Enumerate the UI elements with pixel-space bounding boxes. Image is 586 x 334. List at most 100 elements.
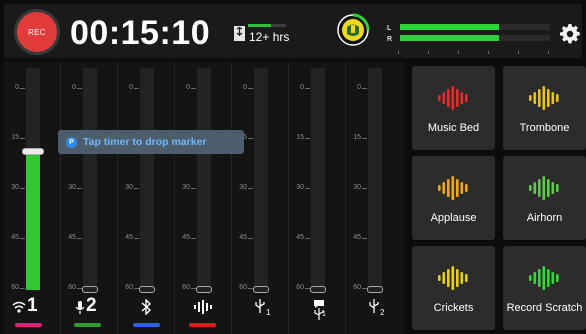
pad-label: Applause bbox=[430, 212, 477, 224]
waveform-bar bbox=[529, 95, 532, 101]
channel-2: 2 015304560 bbox=[61, 62, 118, 334]
mixer-panel: 1 0 15 30 45 60 2 0 15 30 45 60 0 15 30 45 60 0 15 30 4… bbox=[4, 62, 404, 334]
bluetooth-icon bbox=[140, 298, 152, 316]
scale-label: 45 bbox=[182, 234, 190, 241]
podcast-logo-icon[interactable] bbox=[336, 13, 370, 47]
scale-label: 30 bbox=[125, 184, 133, 191]
meter-scale bbox=[398, 51, 549, 54]
scale-tick bbox=[305, 88, 310, 89]
meter-left bbox=[400, 24, 550, 30]
scale-label: 0 bbox=[15, 84, 19, 91]
waveform-bar bbox=[551, 272, 555, 284]
scale-label: 45 bbox=[239, 234, 247, 241]
fader-knob[interactable] bbox=[82, 286, 98, 293]
scale-label: 0 bbox=[186, 84, 190, 91]
gear-icon[interactable] bbox=[560, 24, 580, 44]
waveform-bar bbox=[447, 179, 450, 197]
channel-sub-number: 1 bbox=[266, 308, 271, 317]
channel-1: 1 0 15 30 45 60 bbox=[4, 62, 61, 334]
waveform-bar bbox=[542, 176, 546, 200]
scale-tick bbox=[20, 288, 25, 289]
waveform-bar bbox=[442, 182, 446, 194]
top-bar: REC 00:15:10 12+ hrs L R bbox=[4, 4, 582, 58]
scale-tick bbox=[362, 238, 367, 239]
waveform-bar bbox=[547, 179, 550, 197]
waveform-bar bbox=[556, 94, 559, 102]
fader-knob[interactable] bbox=[22, 148, 44, 156]
scale-label: 15 bbox=[296, 134, 304, 141]
pad-crickets[interactable]: Crickets bbox=[412, 246, 495, 330]
scale-label: 45 bbox=[11, 234, 19, 241]
scale-tick bbox=[305, 138, 310, 139]
channel-color-bar bbox=[15, 323, 42, 327]
storage-bar bbox=[248, 24, 286, 27]
scale-tick bbox=[134, 88, 139, 89]
waveform-bar bbox=[447, 269, 450, 287]
waveform-bar bbox=[460, 272, 464, 284]
waveform-bar bbox=[529, 275, 532, 281]
fader-track[interactable] bbox=[83, 68, 97, 290]
fader-track[interactable] bbox=[140, 68, 154, 290]
meter-right-fill bbox=[400, 35, 499, 41]
fader-knob[interactable] bbox=[253, 286, 269, 293]
meter-right-label: R bbox=[387, 36, 393, 43]
record-button[interactable]: REC bbox=[14, 9, 60, 55]
storage-remaining: 12+ hrs bbox=[249, 30, 290, 44]
meter-left-label: L bbox=[387, 25, 392, 32]
fader-track[interactable] bbox=[197, 68, 211, 290]
waveform-bar bbox=[547, 269, 550, 287]
scale-label: 60 bbox=[353, 284, 361, 291]
waveform-icon bbox=[529, 176, 559, 200]
pad-trombone[interactable]: Trombone bbox=[503, 66, 586, 150]
scale-tick bbox=[305, 238, 310, 239]
scale-label: 0 bbox=[357, 84, 361, 91]
fader-track[interactable] bbox=[368, 68, 382, 290]
pad-music-bed[interactable]: Music Bed bbox=[412, 66, 495, 150]
recording-timer[interactable]: 00:15:10 bbox=[70, 15, 210, 51]
waveform-bar bbox=[542, 86, 546, 110]
fader-knob[interactable] bbox=[367, 286, 383, 293]
marker-tooltip[interactable]: P Tap timer to drop marker bbox=[58, 130, 244, 154]
pad-label: Crickets bbox=[433, 302, 474, 314]
pad-label: Record Scratch bbox=[506, 302, 583, 314]
scale-label: 0 bbox=[129, 84, 133, 91]
waveform-bar bbox=[465, 184, 468, 192]
waveform-bar bbox=[451, 266, 455, 290]
waveform-bar bbox=[556, 184, 559, 192]
waveform-icon bbox=[529, 266, 559, 290]
waveform-bar bbox=[529, 185, 532, 191]
meter-left-fill bbox=[400, 24, 499, 30]
channel-bluetooth: 015304560 bbox=[118, 62, 175, 334]
waveform-bar bbox=[533, 182, 537, 194]
scale-tick bbox=[191, 88, 196, 89]
scale-label: 60 bbox=[125, 284, 133, 291]
waveform-bar bbox=[556, 274, 559, 282]
waveform-bar bbox=[451, 176, 455, 200]
fader-knob[interactable] bbox=[310, 286, 326, 293]
fader-knob[interactable] bbox=[139, 286, 155, 293]
pad-airhorn[interactable]: Airhorn bbox=[503, 156, 586, 240]
pad-record-scratch[interactable]: Record Scratch bbox=[503, 246, 586, 330]
channel-number: 1 bbox=[27, 295, 38, 316]
waveform-icon bbox=[438, 266, 468, 290]
channel-color-bar bbox=[133, 323, 160, 327]
usb-icon bbox=[254, 299, 266, 313]
scale-tick bbox=[20, 188, 25, 189]
waveform-bar bbox=[460, 92, 464, 104]
pad-applause[interactable]: Applause bbox=[412, 156, 495, 240]
waveform-bar bbox=[538, 179, 541, 197]
waveform-icon bbox=[438, 176, 468, 200]
scale-tick bbox=[248, 188, 253, 189]
waveform-bar bbox=[465, 274, 468, 282]
fader-track[interactable] bbox=[26, 68, 40, 290]
marker-icon: P bbox=[66, 136, 77, 148]
fader-track[interactable] bbox=[254, 68, 268, 290]
channel-usb-2: 2 0 15 30 45 60 bbox=[346, 62, 403, 334]
waveform-bar bbox=[456, 269, 459, 287]
fader-knob[interactable] bbox=[196, 286, 212, 293]
scale-label: 30 bbox=[239, 184, 247, 191]
fader-track[interactable] bbox=[311, 68, 325, 290]
channel-sub-number: 2 bbox=[380, 308, 385, 317]
waveform-bar bbox=[438, 275, 441, 281]
waveform-bar bbox=[551, 92, 555, 104]
